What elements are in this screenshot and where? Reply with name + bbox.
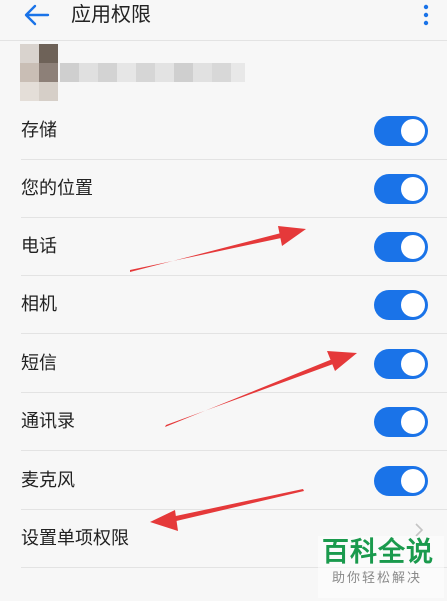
permission-label: 麦克风: [21, 470, 75, 491]
permission-row-microphone[interactable]: 麦克风: [0, 452, 447, 510]
more-vertical-icon[interactable]: [418, 1, 434, 31]
watermark: 百科全说 助你轻松解决: [318, 536, 444, 598]
toggle-knob: [401, 410, 425, 434]
permission-row-location[interactable]: 您的位置: [0, 160, 447, 218]
row-divider: [21, 450, 447, 451]
app-info-blurred: [20, 44, 245, 102]
camera-toggle[interactable]: [374, 290, 428, 320]
watermark-tagline: 助你轻松解决: [332, 571, 423, 586]
permission-row-storage[interactable]: 存储: [0, 102, 447, 160]
sms-toggle[interactable]: [374, 349, 428, 379]
toggle-knob: [401, 293, 425, 317]
permission-row-contacts[interactable]: 通讯录: [0, 393, 447, 451]
permission-label: 相机: [21, 294, 57, 315]
toggle-knob: [401, 177, 425, 201]
contacts-toggle[interactable]: [374, 407, 428, 437]
permission-label: 通讯录: [21, 411, 75, 432]
toggle-knob: [401, 469, 425, 493]
permission-row-camera[interactable]: 相机: [0, 276, 447, 334]
toggle-knob: [401, 235, 425, 259]
permission-row-sms[interactable]: 短信: [0, 335, 447, 393]
permission-label: 短信: [21, 353, 57, 374]
permission-label: 存储: [21, 120, 57, 141]
page-title: 应用权限: [71, 2, 151, 26]
single-permission-label: 设置单项权限: [21, 528, 129, 549]
chevron-right-icon: [415, 523, 424, 537]
row-divider: [21, 333, 447, 334]
toggle-knob: [401, 119, 425, 143]
app-bar: 应用权限: [0, 0, 447, 42]
storage-toggle[interactable]: [374, 116, 428, 146]
permission-row-phone[interactable]: 电话: [0, 218, 447, 276]
toggle-knob: [401, 352, 425, 376]
permission-label: 电话: [21, 236, 57, 257]
permission-label: 您的位置: [21, 178, 93, 199]
watermark-brand: 百科全说: [322, 537, 434, 568]
header-divider: [0, 40, 447, 41]
microphone-toggle[interactable]: [374, 466, 428, 496]
location-toggle[interactable]: [374, 174, 428, 204]
phone-toggle[interactable]: [374, 232, 428, 262]
arrow-left-icon[interactable]: [22, 2, 52, 28]
